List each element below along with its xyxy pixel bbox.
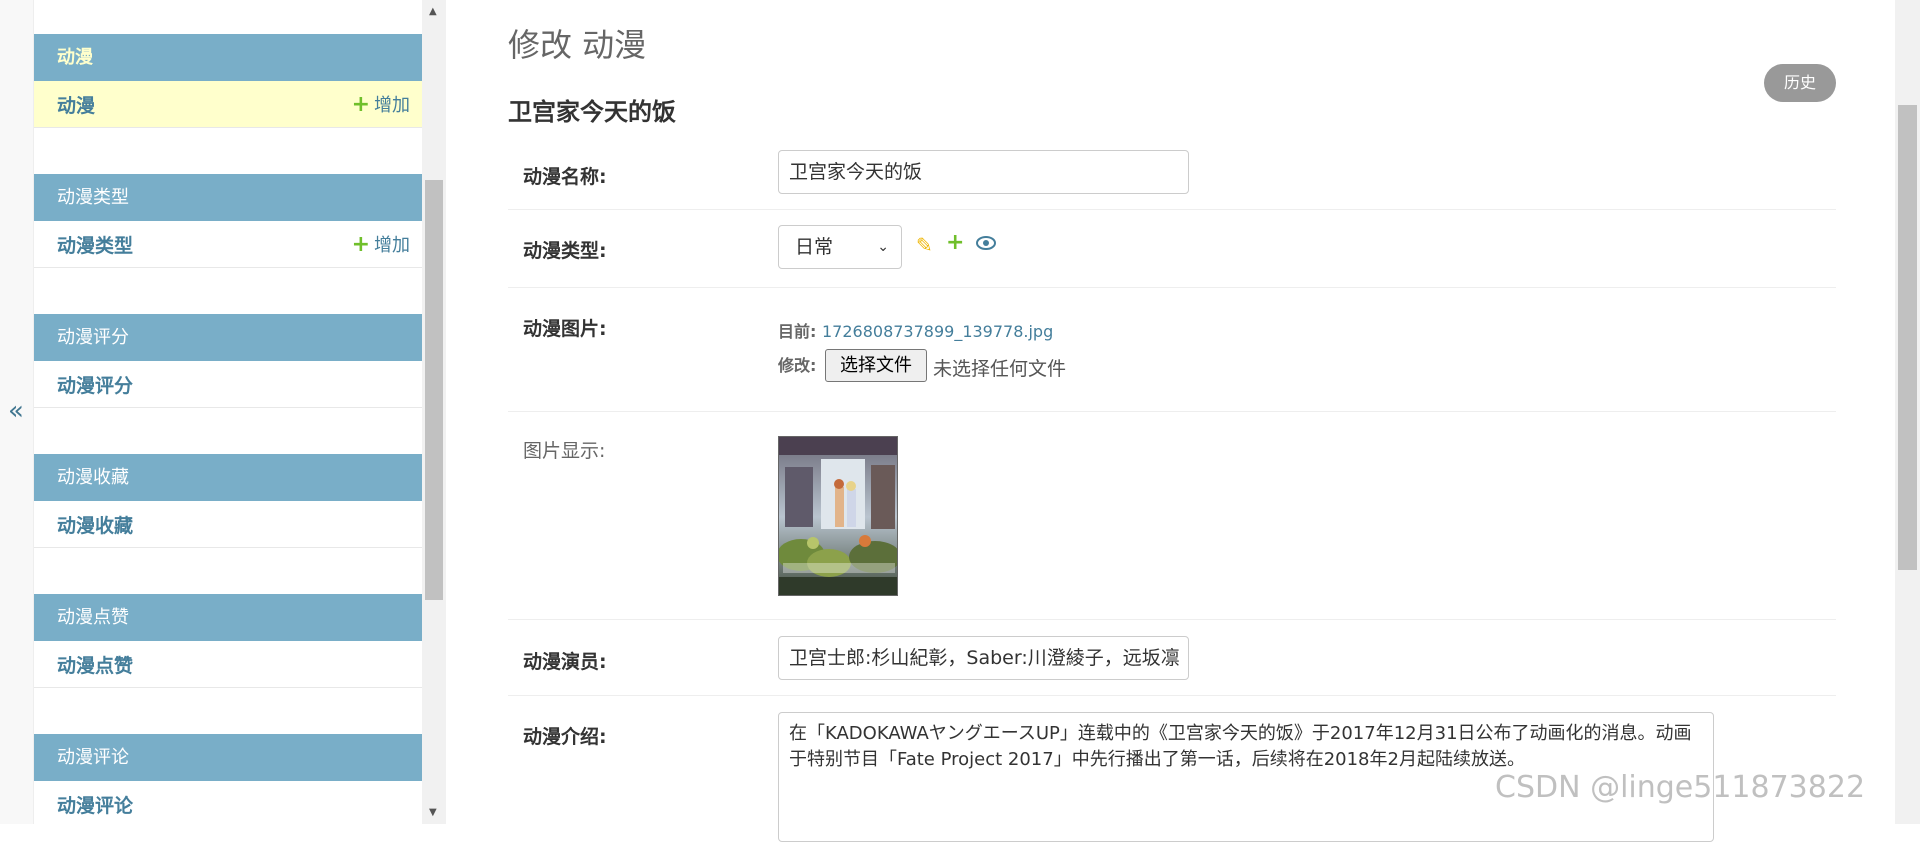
sidebar-scroll-thumb[interactable] bbox=[425, 180, 443, 600]
intro-label: 动漫介绍: bbox=[523, 726, 607, 748]
form-row-cast: 动漫演员: 卫宫士郎:杉山紀彰，Saber:川澄綾子，远坂凛 bbox=[508, 620, 1836, 696]
name-input[interactable]: 卫宫家今天的饭 bbox=[778, 150, 1189, 194]
anime-poster-image bbox=[778, 436, 898, 596]
change-label: 修改: bbox=[778, 356, 817, 375]
history-button[interactable]: 历史 bbox=[1764, 64, 1836, 102]
sidebar-item-anime-comment[interactable]: 动漫评论 bbox=[34, 781, 422, 824]
chevron-down-icon: ⌄ bbox=[877, 239, 889, 255]
scroll-down-icon[interactable]: ▼ bbox=[429, 807, 437, 818]
name-label: 动漫名称: bbox=[523, 166, 607, 188]
sidebar-item-anime-type[interactable]: 动漫类型 + 增加 bbox=[34, 221, 422, 268]
add-anime-link[interactable]: + 增加 bbox=[352, 91, 410, 117]
module-header-anime-favorite[interactable]: 动漫收藏 bbox=[34, 454, 422, 501]
page-scrollbar[interactable] bbox=[1895, 0, 1920, 824]
page-scroll-thumb[interactable] bbox=[1898, 105, 1917, 570]
sidebar-item-anime[interactable]: 动漫 + 增加 bbox=[34, 81, 422, 128]
module-anime-like: 动漫点赞 动漫点赞 bbox=[34, 594, 422, 688]
sidebar-item-label[interactable]: 动漫评论 bbox=[57, 791, 133, 818]
form-row-preview: 图片显示: bbox=[508, 412, 1836, 620]
preview-label: 图片显示: bbox=[523, 440, 606, 462]
page-title: 修改 动漫 bbox=[508, 26, 647, 64]
current-file: 目前: 1726808737899_139778.jpg bbox=[778, 322, 1054, 341]
sidebar-item-label[interactable]: 动漫评分 bbox=[57, 371, 133, 398]
plus-icon: + bbox=[351, 91, 370, 117]
module-header-anime-type[interactable]: 动漫类型 bbox=[34, 174, 422, 221]
sidebar-item-label[interactable]: 动漫收藏 bbox=[57, 511, 133, 538]
module-anime: 动漫 动漫 + 增加 bbox=[34, 34, 422, 128]
add-anime-type-link[interactable]: + 增加 bbox=[352, 231, 410, 257]
module-anime-comment: 动漫评论 动漫评论 bbox=[34, 734, 422, 824]
image-label: 动漫图片: bbox=[523, 318, 607, 340]
type-label: 动漫类型: bbox=[523, 240, 607, 262]
sidebar-item-anime-rating[interactable]: 动漫评分 bbox=[34, 361, 422, 408]
sidebar-item-anime-favorite[interactable]: 动漫收藏 bbox=[34, 501, 422, 548]
no-file-text: 未选择任何文件 bbox=[933, 358, 1067, 380]
sidebar-scrollbar[interactable]: ▲ ▼ bbox=[422, 0, 446, 824]
choose-file-button[interactable]: 选择文件 bbox=[825, 349, 927, 382]
object-title: 卫宫家今天的饭 bbox=[508, 98, 676, 126]
module-header-anime-rating[interactable]: 动漫评分 bbox=[34, 314, 422, 361]
collapse-icon[interactable]: « bbox=[8, 396, 24, 426]
module-anime-rating: 动漫评分 动漫评分 bbox=[34, 314, 422, 408]
form-row-type: 动漫类型: 日常 ⌄ ✎ + bbox=[508, 210, 1836, 288]
sidebar: 动漫 动漫 + 增加 动漫类型 动漫类型 + 增加 动漫评分 动漫评分 动漫收藏 动… bbox=[34, 0, 422, 824]
scroll-up-icon[interactable]: ▲ bbox=[429, 6, 437, 17]
module-anime-type: 动漫类型 动漫类型 + 增加 bbox=[34, 174, 422, 268]
type-select[interactable]: 日常 ⌄ bbox=[778, 225, 902, 269]
watermark: CSDN @linge511873822 bbox=[1495, 770, 1866, 805]
module-header-anime[interactable]: 动漫 bbox=[34, 34, 422, 81]
cast-label: 动漫演员: bbox=[523, 651, 607, 673]
sidebar-item-label[interactable]: 动漫 bbox=[57, 91, 95, 118]
current-file-link[interactable]: 1726808737899_139778.jpg bbox=[822, 322, 1053, 341]
module-header-anime-like[interactable]: 动漫点赞 bbox=[34, 594, 422, 641]
form-row-image: 动漫图片: 目前: 1726808737899_139778.jpg 修改: 选… bbox=[508, 288, 1836, 412]
pencil-icon[interactable]: ✎ bbox=[916, 233, 933, 257]
module-header-anime-comment[interactable]: 动漫评论 bbox=[34, 734, 422, 781]
sidebar-item-label[interactable]: 动漫类型 bbox=[57, 231, 133, 258]
cast-input[interactable]: 卫宫士郎:杉山紀彰，Saber:川澄綾子，远坂凛 bbox=[778, 636, 1189, 680]
module-anime-favorite: 动漫收藏 动漫收藏 bbox=[34, 454, 422, 548]
plus-icon[interactable]: + bbox=[946, 230, 964, 255]
form-row-name: 动漫名称: 卫宫家今天的饭 bbox=[508, 140, 1836, 210]
sidebar-item-label[interactable]: 动漫点赞 bbox=[57, 651, 133, 678]
main-content: 修改 动漫 卫宫家今天的饭 历史 动漫名称: 卫宫家今天的饭 动漫类型: 日常 … bbox=[508, 0, 1838, 842]
sidebar-item-anime-like[interactable]: 动漫点赞 bbox=[34, 641, 422, 688]
plus-icon: + bbox=[351, 231, 370, 257]
eye-icon[interactable] bbox=[976, 232, 996, 256]
sidebar-toggle[interactable]: « bbox=[0, 0, 34, 824]
